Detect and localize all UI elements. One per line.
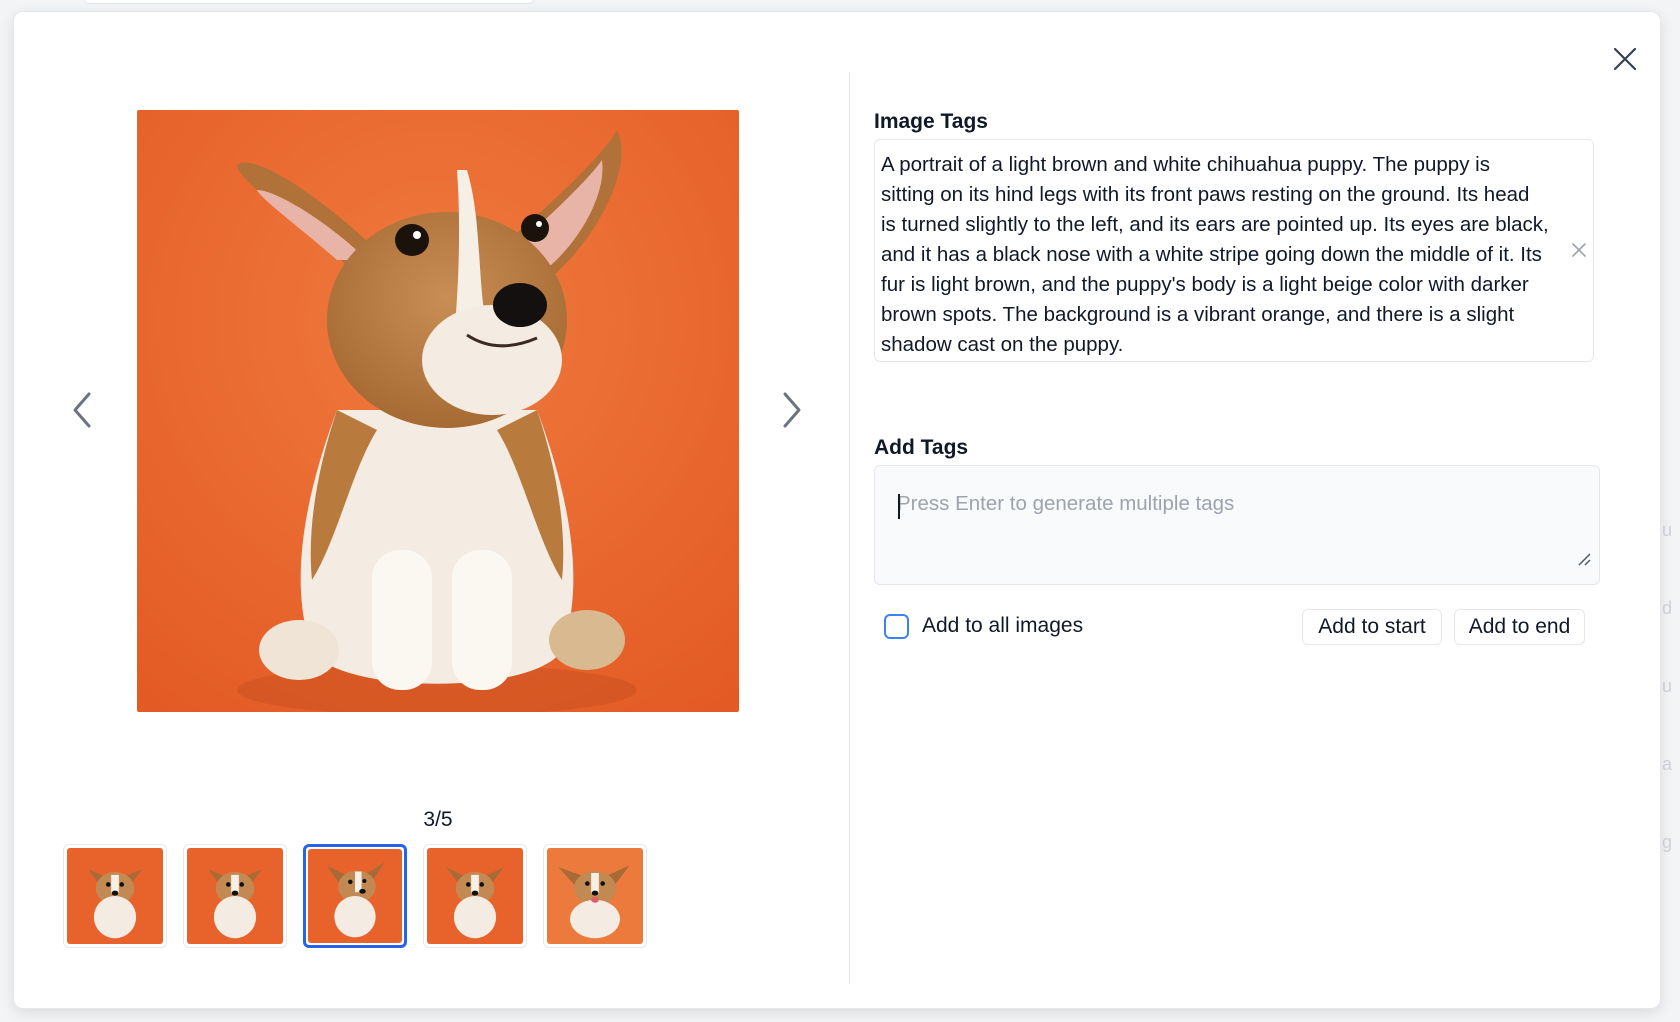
add-to-start-button[interactable]: Add to start [1302,609,1442,645]
puppy-thumbnail-image [187,848,283,944]
add-to-end-button[interactable]: Add to end [1454,609,1585,645]
previous-image-button[interactable] [60,380,104,440]
puppy-thumbnail-image [547,848,643,944]
close-button[interactable] [1605,39,1645,79]
background-page-element [84,0,534,4]
image-tags-title: Image Tags [874,110,988,133]
thumbnail-1[interactable] [63,844,167,948]
puppy-thumbnail-image [67,848,163,944]
chevron-left-icon [73,392,91,428]
thumbnail-2[interactable] [183,844,287,948]
add-tags-input-wrapper [874,465,1600,585]
add-to-all-images-checkbox[interactable] [884,613,909,639]
thumbnail-strip [63,844,703,950]
thumbnail-5[interactable] [543,844,647,948]
main-image-preview [137,110,739,712]
tag-item-text[interactable]: A portrait of a light brown and white ch… [881,150,1549,360]
add-tags-title: Add Tags [874,436,969,459]
image-counter: 3/5 [423,808,453,831]
chevron-right-icon [783,392,801,428]
panel-divider [849,72,850,984]
add-to-all-images-label: Add to all images [922,614,1084,637]
puppy-image [137,110,739,712]
close-icon [1613,47,1637,71]
add-to-all-images-option[interactable]: Add to all images [884,612,1083,640]
remove-tag-button[interactable] [1569,240,1589,260]
puppy-thumbnail-image [427,848,523,944]
image-tag-editor-dialog: 3/5 Image Tags A portrait of a light bro… [13,11,1661,1009]
x-icon [1572,243,1586,257]
image-tags-box: A portrait of a light brown and white ch… [874,139,1594,362]
add-tags-input[interactable] [875,466,1599,584]
resize-handle-icon[interactable] [1577,552,1591,566]
thumbnail-3[interactable] [303,844,407,948]
puppy-thumbnail-image [308,849,402,943]
text-caret [898,494,900,519]
next-image-button[interactable] [770,380,814,440]
thumbnail-4[interactable] [423,844,527,948]
background-page-edge: u d u a g [1662,520,1673,852]
